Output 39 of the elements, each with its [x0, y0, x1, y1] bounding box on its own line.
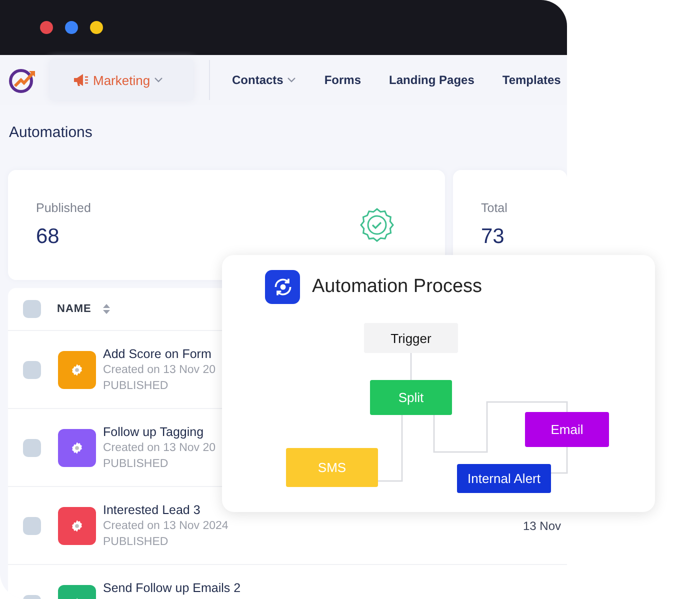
stat-label: Published — [36, 201, 91, 215]
created-date: Created on 13 Nov 20 — [103, 363, 216, 378]
automation-name[interactable]: Interested Lead 3 — [103, 502, 200, 518]
nav-tab[interactable]: Contacts — [210, 73, 296, 87]
date-cell-text: 13 Nov — [523, 518, 562, 532]
nav-tab[interactable]: Templates — [474, 73, 561, 87]
flow-node[interactable]: Internal Alert — [457, 464, 551, 493]
checkbox[interactable] — [23, 300, 41, 318]
checkbox[interactable] — [23, 516, 41, 534]
stat-value: 73 — [481, 225, 506, 249]
created-date: Created on 13 Nov 2024 — [103, 519, 228, 534]
nav-tab[interactable]: Forms — [296, 73, 362, 87]
page-title: Automations — [8, 123, 94, 143]
checkbox[interactable] — [23, 360, 41, 378]
card-title: Automation Process — [312, 276, 482, 298]
column-header[interactable]: NAME — [57, 303, 92, 315]
nav-tab[interactable]: Landing Pages — [361, 73, 474, 87]
connector-line — [410, 353, 412, 380]
window-close-icon[interactable] — [40, 21, 53, 34]
logo-icon — [8, 66, 36, 94]
automation-name[interactable]: Send Follow up Emails 2 — [103, 580, 241, 596]
status-text: PUBLISHED — [103, 457, 168, 472]
status-text: PUBLISHED — [103, 535, 168, 550]
automation-name[interactable]: Add Score on Form — [103, 346, 212, 362]
status-text: PUBLISHED — [103, 379, 168, 394]
stat-value: 68 — [36, 225, 60, 249]
badge-check-icon — [359, 207, 395, 243]
automation-name[interactable]: Follow up Tagging — [103, 424, 204, 440]
megaphone-icon — [73, 73, 89, 87]
sort-icon[interactable] — [103, 304, 110, 314]
flow-node[interactable]: Trigger — [364, 323, 458, 353]
automation-sync-icon — [265, 270, 300, 304]
checkbox[interactable] — [23, 438, 41, 456]
window-maximize-icon[interactable] — [90, 21, 103, 34]
stat-label: Total — [481, 201, 508, 215]
connector-line — [378, 415, 403, 482]
flow-node[interactable]: Email — [525, 412, 609, 447]
window-minimize-icon[interactable] — [65, 21, 78, 34]
created-date: Created on 13 Nov 20 — [103, 441, 216, 456]
